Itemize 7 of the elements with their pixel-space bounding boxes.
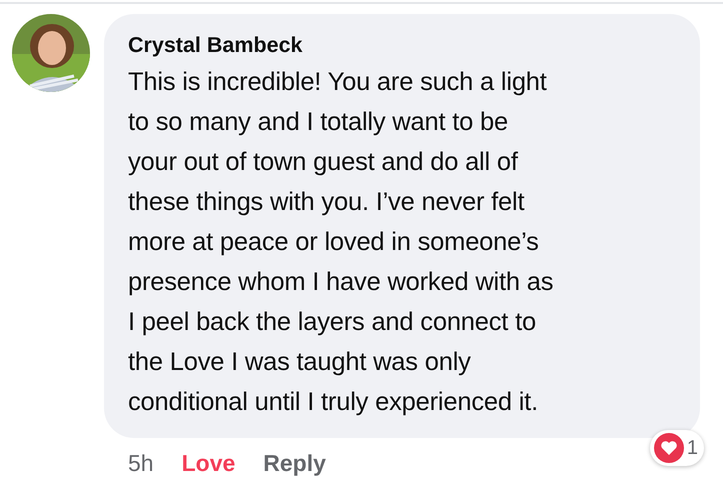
author-name[interactable]: Crystal Bambeck xyxy=(128,30,680,60)
comment-text: This is incredible! You are such a light to so many and I totally want to be your out of town guest and do all of these things with you. I’ve never felt more at peace or loved in someone’s presence whom I have worked with as I peel back the layers and connect to the Love I was taught was only conditional until I truly experienced it. xyxy=(128,67,554,418)
comment-action-link[interactable]: Love xyxy=(182,446,236,481)
reaction-badge[interactable]: 1 xyxy=(650,430,704,466)
comment-action-link[interactable]: Reply xyxy=(263,446,326,481)
comment-time: 5h xyxy=(128,449,154,478)
reaction-count: 1 xyxy=(686,436,698,462)
